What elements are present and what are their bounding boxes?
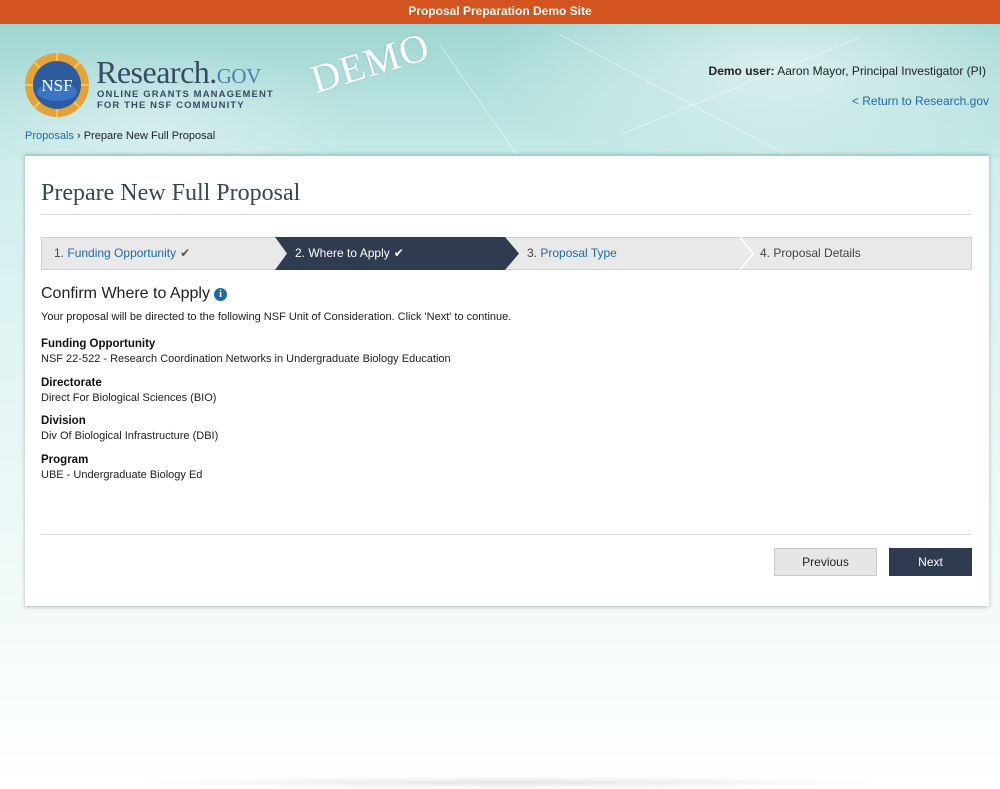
logo-wordmark: Research.gov [96, 54, 261, 90]
demo-user-info: Demo user: Aaron Mayor, Principal Invest… [709, 64, 986, 78]
wizard-steps: 1. Funding Opportunity ✔ 2. Where to Appl… [41, 237, 972, 270]
intro-text: Your proposal will be directed to the fo… [41, 311, 512, 323]
demo-user-label: Demo user: [708, 64, 775, 78]
step-funding-opportunity[interactable]: 1. Funding Opportunity ✔ [54, 238, 190, 269]
field-division: Division Div Of Biological Infrastructur… [41, 415, 219, 442]
breadcrumb-proposals-link[interactable]: Proposals [25, 130, 74, 142]
checkmark-icon: ✔ [393, 246, 404, 260]
field-funding-opportunity: Funding Opportunity NSF 22-522 - Researc… [41, 338, 451, 365]
footer-shadow [130, 776, 890, 789]
breadcrumb-current: Prepare New Full Proposal [83, 130, 216, 142]
checkmark-icon: ✔ [180, 246, 191, 260]
return-to-research-gov-link[interactable]: < Return to Research.gov [852, 94, 989, 108]
info-icon[interactable]: i [213, 288, 227, 301]
svg-text:NSF: NSF [41, 76, 72, 95]
step-where-to-apply[interactable]: 2. Where to Apply ✔ [295, 238, 404, 269]
page-title: Prepare New Full Proposal [41, 180, 301, 206]
field-directorate: Directorate Direct For Biological Scienc… [41, 377, 217, 404]
next-button[interactable]: Next [889, 548, 972, 576]
field-program: Program UBE - Undergraduate Biology Ed [41, 454, 203, 481]
breadcrumb: Proposals › Prepare New Full Proposal [25, 130, 215, 142]
step-separator-chevron [739, 237, 754, 270]
title-divider [41, 214, 972, 215]
nsf-seal-icon: NSF [25, 53, 89, 117]
step-proposal-details: 4. Proposal Details [760, 246, 861, 260]
step-proposal-type[interactable]: 3. Proposal Type [527, 238, 617, 269]
breadcrumb-separator: › [76, 130, 81, 142]
demo-site-banner: Proposal Preparation Demo Site [0, 0, 1000, 24]
logo-tagline: ONLINE GRANTS MANAGEMENT FOR THE NSF COM… [97, 89, 274, 111]
footer-divider [41, 534, 972, 535]
demo-user-name: Aaron Mayor, Principal Investigator (PI) [777, 64, 986, 78]
previous-button[interactable]: Previous [774, 548, 877, 576]
proposal-card: Prepare New Full Proposal 1. Funding Opp… [25, 154, 989, 606]
research-gov-logo[interactable]: NSF Research.gov ONLINE GRANTS MANAGEMEN… [24, 52, 274, 118]
section-title: Confirm Where to Apply i [41, 285, 227, 303]
